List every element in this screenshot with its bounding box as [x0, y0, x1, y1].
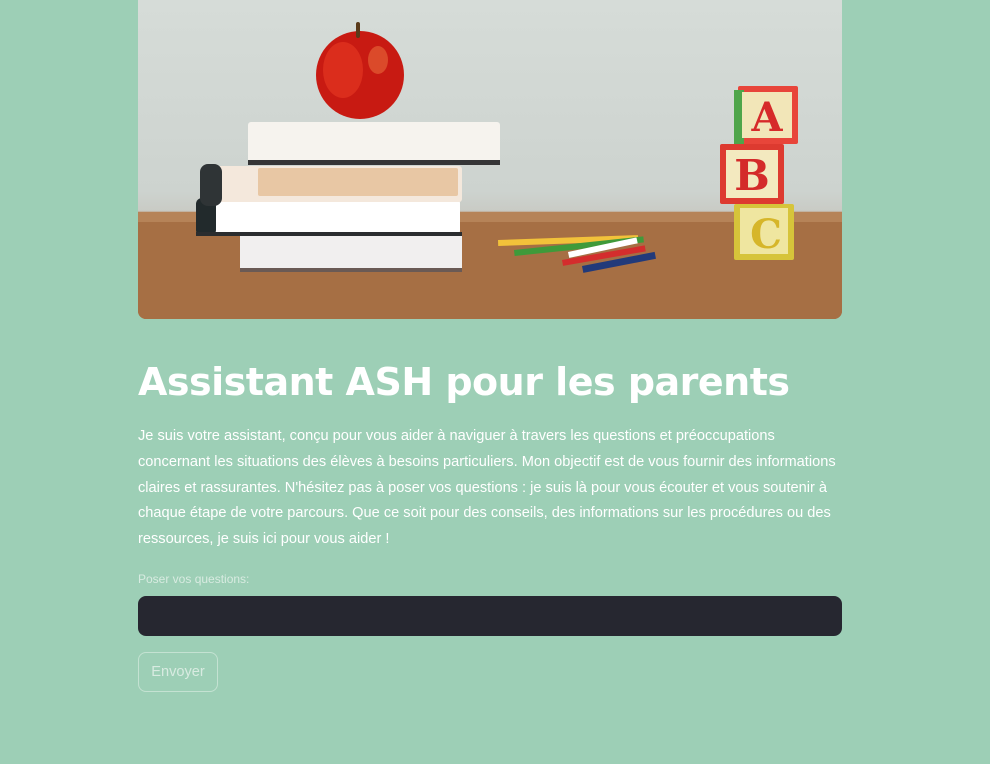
app-page: A B C Assistant ASH pour les parents Je … [0, 0, 990, 764]
page-title: Assistant ASH pour les parents [138, 360, 790, 404]
block-c-letter: C [750, 211, 782, 258]
hero-image: A B C [138, 0, 842, 319]
block-b-letter: B [734, 151, 770, 200]
question-label: Poser vos questions: [138, 572, 250, 586]
hero-illustration: A B C [138, 22, 842, 319]
send-button[interactable]: Envoyer [138, 652, 218, 692]
question-input[interactable] [138, 596, 842, 636]
block-a-letter: A [750, 94, 783, 141]
intro-text: Je suis votre assistant, conçu pour vous… [138, 428, 836, 548]
main-content: A B C Assistant ASH pour les parents Je … [138, 0, 842, 692]
